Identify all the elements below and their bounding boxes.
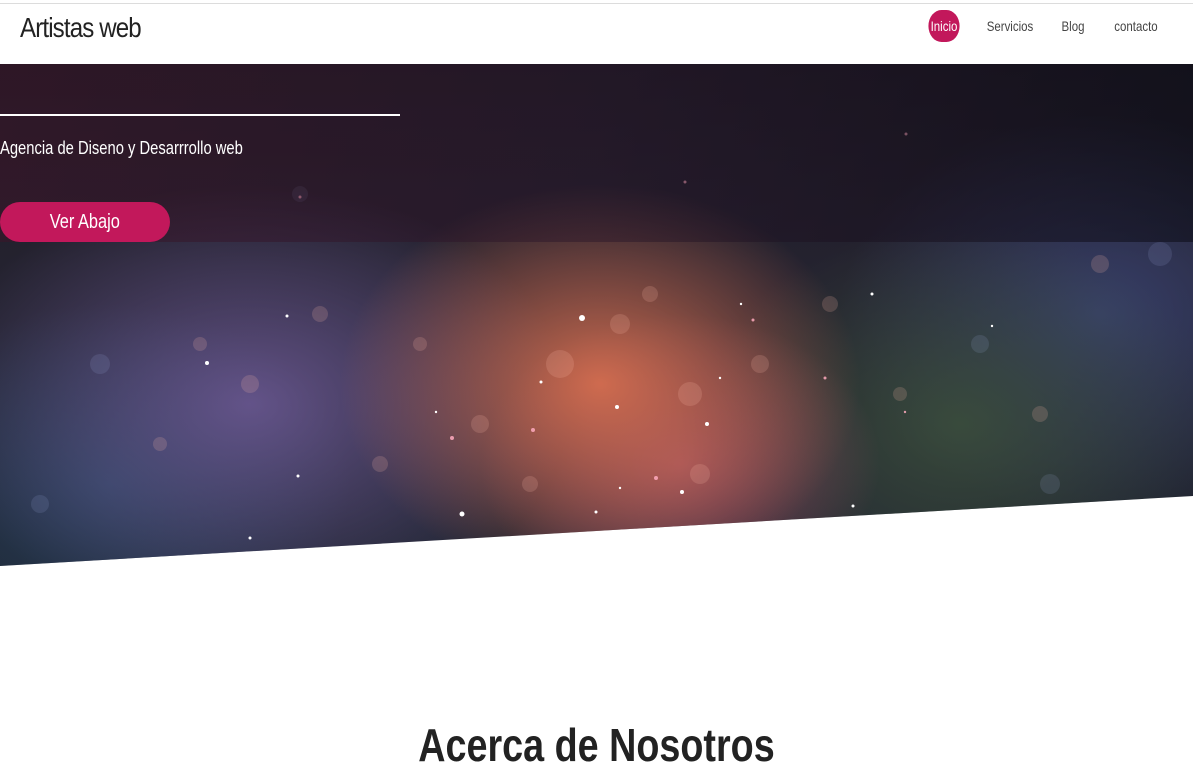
nav-item-blog[interactable]: Blog: [1060, 10, 1086, 42]
ver-abajo-button[interactable]: Ver Abajo: [0, 202, 170, 242]
hero-divider: [0, 114, 400, 116]
hero-tagline: Agencia de Diseno y Desarrrollo web: [0, 138, 243, 158]
nav-item-inicio[interactable]: Inicio: [928, 10, 960, 42]
nav-item-servicios[interactable]: Servicios: [985, 10, 1036, 42]
main-nav: Inicio Servicios Blog contacto: [0, 10, 1193, 42]
navbar: Artistas web Inicio Servicios Blog conta…: [0, 4, 1193, 64]
nav-item-contacto[interactable]: contacto: [1111, 10, 1160, 42]
hero-section: Agencia de Diseno y Desarrrollo web Ver …: [0, 64, 1193, 566]
ver-abajo-label: Ver Abajo: [49, 211, 121, 233]
section-title: Acerca de Nosotros: [418, 719, 775, 772]
